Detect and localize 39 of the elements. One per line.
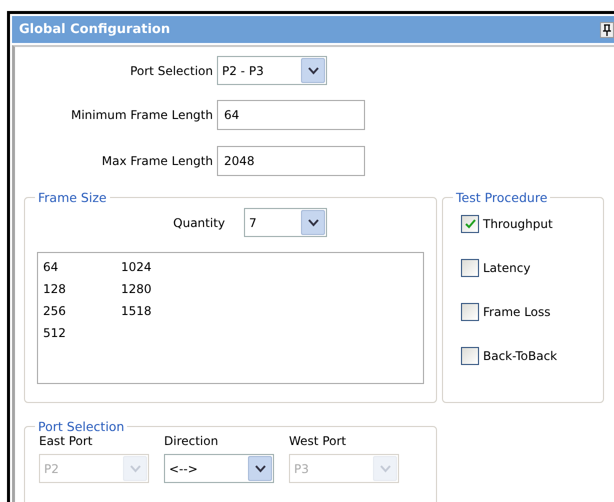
- list-item[interactable]: 1280: [121, 278, 199, 300]
- checkmark-icon: [464, 219, 476, 229]
- list-item[interactable]: 256: [43, 300, 121, 322]
- quantity-dropdown[interactable]: 7: [244, 208, 327, 237]
- field-label: Max Frame Length: [100, 154, 214, 168]
- list-item[interactable]: 512: [43, 322, 121, 344]
- checkbox[interactable]: [461, 303, 479, 321]
- checkbox[interactable]: [461, 347, 479, 365]
- checkbox-label: Frame Loss: [483, 305, 551, 319]
- list-item[interactable]: 64: [43, 256, 121, 278]
- field-label: Quantity: [172, 216, 226, 230]
- list-item[interactable]: 1518: [121, 300, 199, 322]
- port-dropdown[interactable]: <-->: [164, 454, 274, 483]
- port-selection-dropdown[interactable]: P2 - P3: [217, 56, 327, 85]
- pin-icon[interactable]: [600, 22, 614, 38]
- input-field[interactable]: 64: [217, 100, 365, 130]
- field-label: East Port: [39, 434, 94, 448]
- chevron-down-icon: [380, 464, 390, 472]
- field-label: Port Selection: [129, 64, 214, 78]
- checkbox-label: Back-ToBack: [483, 349, 558, 363]
- list-item[interactable]: 128: [43, 278, 121, 300]
- chevron-down-icon: [308, 66, 318, 74]
- checkbox-label: Latency: [483, 261, 530, 275]
- checkbox[interactable]: [461, 215, 479, 233]
- chevron-down-icon: [308, 218, 318, 226]
- field-label: West Port: [289, 434, 348, 448]
- chevron-down-icon: [254, 464, 266, 472]
- checkbox-label: Throughput: [483, 217, 553, 231]
- field-label: Direction: [164, 434, 220, 448]
- list-item[interactable]: 1024: [121, 256, 199, 278]
- group-title: Port Selection: [37, 419, 126, 434]
- checkbox[interactable]: [461, 259, 479, 277]
- field-label: Minimum Frame Length: [70, 108, 214, 122]
- chevron-down-icon: [130, 464, 140, 472]
- frame-size-list[interactable]: 64 128 256 512 1024 1280 1518: [37, 252, 424, 384]
- group-title: Test Procedure: [455, 190, 548, 205]
- window-title: Global Configuration: [19, 22, 170, 37]
- group-title: Frame Size: [37, 190, 108, 205]
- input-field[interactable]: 2048: [217, 146, 365, 176]
